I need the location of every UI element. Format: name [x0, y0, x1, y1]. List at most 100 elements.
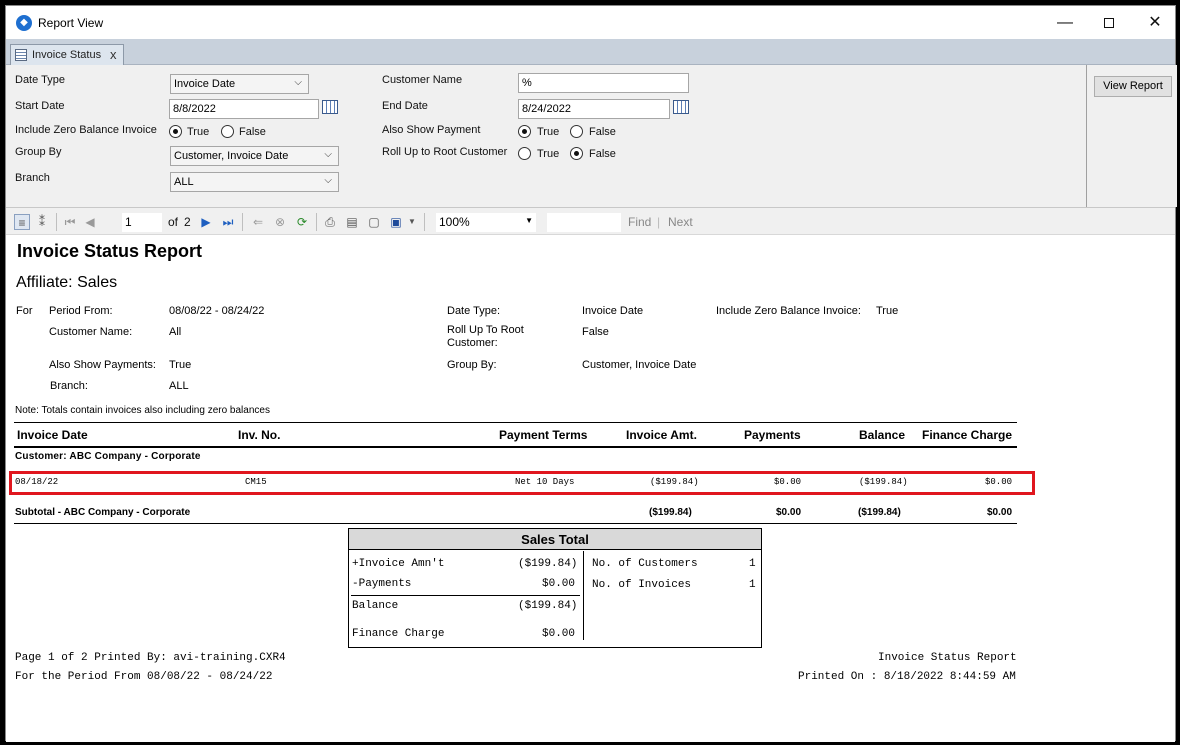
branch-value: ALL: [169, 380, 189, 392]
end-date-input[interactable]: 8/24/2022: [518, 99, 670, 119]
report-canvas: Invoice Status Report Affiliate: Sales F…: [6, 235, 1175, 742]
close-window-button[interactable]: ✕: [1132, 6, 1178, 39]
zoom-value: 100%: [439, 215, 470, 229]
print-layout-icon[interactable]: ▤: [344, 214, 360, 230]
app-logo-icon: ◆: [16, 15, 32, 31]
sales-finance-charge-value: $0.00: [542, 628, 576, 640]
date-type-label: Date Type:: [447, 305, 500, 317]
col-inv-no: Inv. No.: [238, 428, 281, 442]
period-from-label: Period From:: [49, 305, 113, 317]
include-zero-label: Include Zero Balance Invoice: [15, 124, 157, 136]
footer-report-name: Invoice Status Report: [878, 652, 1017, 664]
roll-up-label-line2: Customer:: [447, 337, 498, 349]
chevron-down-icon: ⌵: [294, 77, 302, 88]
roll-up-false-radio[interactable]: [570, 147, 583, 160]
col-payments: Payments: [744, 428, 801, 442]
sales-column-divider: [583, 551, 584, 640]
toolbar-separator: [316, 213, 317, 231]
tab-invoice-status[interactable]: Invoice Status x: [10, 44, 124, 65]
col-invoice-date: Invoice Date: [17, 428, 88, 442]
toolbar-separator: [56, 213, 57, 231]
date-type-dropdown[interactable]: Invoice Date ⌵: [170, 74, 309, 94]
row-invoice-amt: ($199.84): [650, 477, 699, 487]
group-by-dropdown[interactable]: Customer, Invoice Date ⌵: [170, 146, 339, 166]
zoom-dropdown-icon: ▼: [525, 216, 533, 225]
next-link[interactable]: Next: [668, 215, 693, 229]
export-save-icon[interactable]: ▣: [388, 214, 404, 230]
subtotal-payments: $0.00: [776, 507, 802, 518]
last-page-icon[interactable]: ⏭: [220, 214, 236, 230]
view-report-panel: View Report: [1087, 65, 1177, 207]
invoices-count-label: No. of Invoices: [592, 579, 692, 591]
calendar-icon[interactable]: [322, 100, 338, 114]
end-date-value: 8/24/2022: [522, 103, 571, 115]
start-date-value: 8/8/2022: [173, 103, 216, 115]
first-page-icon[interactable]: ⏮: [62, 214, 78, 230]
maximize-button[interactable]: [1086, 6, 1132, 39]
include-zero-true-radio[interactable]: [169, 125, 182, 138]
branch-dropdown[interactable]: ALL ⌵: [170, 172, 339, 192]
page-setup-icon[interactable]: ▢: [366, 214, 382, 230]
minimize-button[interactable]: —: [1042, 6, 1088, 39]
include-zero-label: Include Zero Balance Invoice:: [716, 305, 861, 317]
also-show-payment-label: Also Show Payment: [382, 124, 481, 136]
col-finance-charge: Finance Charge: [922, 428, 1013, 442]
footer-page-info: Page 1 of 2 Printed By: avi-training.CXR…: [15, 652, 286, 664]
sales-balance-rule: [351, 595, 580, 596]
title-bar: ◆ Report View — ✕: [6, 6, 1175, 39]
date-type-value: Invoice Date: [582, 305, 644, 317]
sales-finance-charge-label: Finance Charge: [352, 628, 445, 640]
branch-label: Branch: [15, 172, 50, 184]
find-text-input[interactable]: [547, 213, 621, 232]
export-dropdown-icon[interactable]: ▼: [404, 214, 420, 230]
footer-printed-on: Printed On : 8/18/2022 8:44:59 AM: [798, 671, 1016, 683]
tab-label: Invoice Status: [32, 49, 102, 61]
parameters-panel: Date Type Invoice Date ⌵ Start Date 8/8/…: [6, 65, 1087, 207]
sales-payments-value: $0.00: [542, 578, 576, 590]
next-page-icon[interactable]: ▶: [198, 214, 214, 230]
find-separator: |: [657, 215, 661, 229]
zoom-select[interactable]: 100% ▼: [436, 213, 536, 232]
sales-balance-value: ($199.84): [518, 600, 578, 612]
customer-name-label: Customer Name: [382, 74, 463, 86]
also-show-payment-false-label: False: [589, 126, 616, 138]
parameters-icon[interactable]: ⁑: [34, 214, 50, 230]
previous-page-icon[interactable]: ◀: [82, 214, 98, 230]
roll-up-true-label: True: [537, 148, 560, 160]
page-total: 2: [184, 215, 191, 229]
page-of-label: of: [168, 215, 179, 229]
include-zero-false-radio[interactable]: [221, 125, 234, 138]
current-page-input[interactable]: 1: [122, 213, 162, 232]
stop-icon[interactable]: ⊗: [272, 214, 288, 230]
group-by-label: Group By: [15, 146, 62, 158]
window-title: Report View: [38, 16, 104, 30]
print-icon[interactable]: ⎙: [322, 214, 338, 230]
back-icon[interactable]: ⇐: [250, 214, 266, 230]
start-date-input[interactable]: 8/8/2022: [169, 99, 319, 119]
customer-name-input[interactable]: %: [518, 73, 689, 93]
sales-invoice-amnt-value: ($199.84): [518, 558, 578, 570]
customer-name-value: %: [522, 77, 532, 89]
end-date-label: End Date: [382, 100, 428, 112]
roll-up-true-radio[interactable]: [518, 147, 531, 160]
document-map-icon[interactable]: ≡: [14, 214, 30, 230]
also-show-payment-true-radio[interactable]: [518, 125, 531, 138]
affiliate-label: Affiliate: Sales: [16, 274, 118, 291]
group-by-label: Group By:: [447, 359, 497, 371]
sales-balance-label: Balance: [352, 600, 399, 612]
also-show-payment-false-radio[interactable]: [570, 125, 583, 138]
subtotal-label: Subtotal - ABC Company - Corporate: [15, 507, 191, 518]
for-label: For: [16, 305, 33, 317]
row-finance-charge: $0.00: [985, 477, 1013, 487]
subtotal-finance-charge: $0.00: [987, 507, 1013, 518]
refresh-icon[interactable]: ⟳: [294, 214, 310, 230]
find-link[interactable]: Find: [628, 215, 651, 229]
calendar-icon[interactable]: [673, 100, 689, 114]
also-show-payments-label: Also Show Payments:: [49, 359, 156, 371]
col-balance: Balance: [859, 428, 906, 442]
report-title: Invoice Status Report: [17, 241, 203, 261]
tab-close-icon[interactable]: x: [110, 47, 117, 62]
roll-up-value: False: [582, 326, 609, 338]
view-report-button[interactable]: View Report: [1094, 76, 1172, 97]
sales-total-title: Sales Total: [349, 529, 761, 550]
